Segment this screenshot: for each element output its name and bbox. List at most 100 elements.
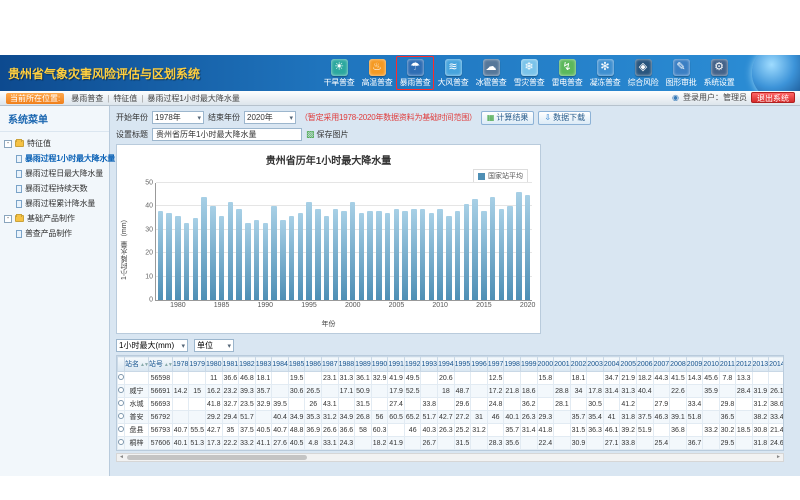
nav-item-rainstorm[interactable]: ☂暴雨普查 (396, 56, 434, 90)
year-column-header[interactable]: 1998 (504, 357, 521, 372)
end-year-select[interactable]: 2020年 ▾ (244, 111, 296, 124)
year-column-header[interactable]: 2007 (653, 357, 670, 372)
year-column-header[interactable]: 2009 (686, 357, 703, 372)
year-column-header[interactable]: 1996 (471, 357, 488, 372)
chart-bar (254, 220, 260, 300)
year-column-header[interactable]: 1983 (255, 357, 272, 372)
sort-arrows-icon[interactable]: ▲▼ (164, 362, 172, 368)
chart-bar (158, 211, 164, 300)
row-select-cell[interactable] (118, 372, 125, 385)
nav-item-heat[interactable]: ♨高温普查 (358, 56, 396, 90)
year-column-header[interactable]: 1993 (421, 357, 438, 372)
tree-group-header[interactable]: -基础产品制作 (3, 211, 106, 226)
tree-item[interactable]: 暴雨过程持续天数 (3, 181, 106, 196)
row-select-cell[interactable] (118, 385, 125, 398)
nav-item-settings[interactable]: ⚙系统设置 (700, 56, 738, 90)
year-column-header[interactable]: 1980 (205, 357, 222, 372)
nav-item-hail[interactable]: ☁冰雹普查 (472, 56, 510, 90)
breadcrumb-item[interactable]: 暴雨过程1小时最大降水量 (147, 93, 239, 104)
year-column-header[interactable]: 2000 (537, 357, 554, 372)
row-radio-icon[interactable] (118, 387, 124, 393)
year-column-header[interactable]: 1978 (172, 357, 189, 372)
row-select-cell[interactable] (118, 411, 125, 424)
calculate-button[interactable]: ▦ 计算结果 (481, 111, 535, 125)
year-column-header[interactable]: 1979 (189, 357, 206, 372)
tree-item[interactable]: 普查产品制作 (3, 226, 106, 241)
value-cell: 36.2 (520, 398, 537, 411)
year-column-header[interactable]: 2003 (587, 357, 604, 372)
nav-item-freeze[interactable]: ✻凝冻普查 (586, 56, 624, 90)
nav-item-snow[interactable]: ❄雪灾普查 (510, 56, 548, 90)
column-header[interactable]: 站名▲▼ (125, 357, 149, 372)
year-column-header[interactable]: 2005 (620, 357, 637, 372)
scroll-right-icon[interactable]: ► (774, 454, 783, 461)
year-column-header[interactable]: 1999 (520, 357, 537, 372)
save-image-button[interactable]: ▧ 保存图片 (306, 129, 349, 140)
year-column-header[interactable]: 1986 (305, 357, 322, 372)
year-column-header[interactable]: 2014 (769, 357, 784, 372)
row-radio-icon[interactable] (118, 413, 124, 419)
year-column-header[interactable]: 2012 (735, 357, 752, 372)
value-cell: 33.2 (703, 424, 720, 437)
year-column-header[interactable]: 2004 (603, 357, 620, 372)
year-column-header[interactable]: 1989 (355, 357, 372, 372)
row-select-cell[interactable] (118, 424, 125, 437)
row-radio-icon[interactable] (118, 439, 124, 445)
column-header[interactable]: 站号▲▼ (148, 357, 172, 372)
row-select-cell[interactable] (118, 398, 125, 411)
data-download-button[interactable]: ⇩ 数据下载 (538, 111, 591, 125)
collapse-icon[interactable]: - (4, 215, 12, 223)
breadcrumb-item[interactable]: 特征值 (113, 93, 137, 104)
year-column-header[interactable]: 1990 (371, 357, 388, 372)
value-type-select[interactable]: 1小时最大(mm) ▾ (116, 339, 188, 352)
year-column-header[interactable]: 2010 (703, 357, 720, 372)
row-radio-icon[interactable] (118, 400, 124, 406)
value-cell (554, 424, 571, 437)
nav-item-review[interactable]: ✎图形审批 (662, 56, 700, 90)
nav-item-drought[interactable]: ☀干旱普查 (320, 56, 358, 90)
horizontal-scrollbar[interactable]: ◄ ► (116, 453, 784, 462)
x-tick-label: 1995 (301, 302, 317, 309)
unit-select[interactable]: 单位 ▾ (194, 339, 234, 352)
year-column-header[interactable]: 1994 (438, 357, 455, 372)
tree-item[interactable]: 暴雨过程1小时最大降水量 (3, 151, 106, 166)
year-column-header[interactable]: 1982 (239, 357, 256, 372)
chart-title-input[interactable] (152, 128, 302, 141)
tree-item[interactable]: 暴雨过程累计降水量 (3, 196, 106, 211)
row-radio-icon[interactable] (118, 426, 124, 432)
sort-arrows-icon[interactable]: ▲▼ (140, 362, 148, 368)
tree-item[interactable]: 暴雨过程日最大降水量 (3, 166, 106, 181)
row-select-cell[interactable] (118, 437, 125, 450)
year-column-header[interactable]: 1991 (388, 357, 405, 372)
year-column-header[interactable]: 1997 (487, 357, 504, 372)
year-column-header[interactable]: 2001 (554, 357, 571, 372)
year-column-header[interactable]: 1985 (288, 357, 305, 372)
year-column-header[interactable]: 2008 (670, 357, 687, 372)
year-column-header[interactable]: 1987 (322, 357, 339, 372)
value-cell (272, 372, 289, 385)
station-id-cell: 56693 (148, 398, 172, 411)
year-column-header[interactable]: 2002 (570, 357, 587, 372)
row-radio-icon[interactable] (118, 374, 124, 380)
year-column-header[interactable]: 1988 (338, 357, 355, 372)
value-cell: 17.9 (388, 385, 405, 398)
breadcrumb-item[interactable]: 暴雨普查 (71, 93, 103, 104)
nav-item-wind[interactable]: ≋大风普查 (434, 56, 472, 90)
scroll-left-icon[interactable]: ◄ (117, 454, 126, 461)
year-column-header[interactable]: 1995 (454, 357, 471, 372)
year-column-header[interactable]: 1992 (404, 357, 421, 372)
nav-item-risk[interactable]: ◈综合风险 (624, 56, 662, 90)
value-cell: 40.4 (637, 385, 654, 398)
collapse-icon[interactable]: - (4, 140, 12, 148)
scrollbar-thumb[interactable] (127, 455, 307, 460)
year-column-header[interactable]: 1984 (272, 357, 289, 372)
start-year-select[interactable]: 1978年 ▾ (152, 111, 204, 124)
year-column-header[interactable]: 2006 (637, 357, 654, 372)
year-column-header[interactable]: 2011 (719, 357, 735, 372)
year-column-header[interactable]: 2013 (752, 357, 769, 372)
value-cell: 29.2 (205, 411, 222, 424)
nav-item-lightning[interactable]: ↯雷电普查 (548, 56, 586, 90)
logout-button[interactable]: 退出系统 (751, 92, 795, 103)
tree-group-header[interactable]: -特征值 (3, 136, 106, 151)
year-column-header[interactable]: 1981 (222, 357, 239, 372)
